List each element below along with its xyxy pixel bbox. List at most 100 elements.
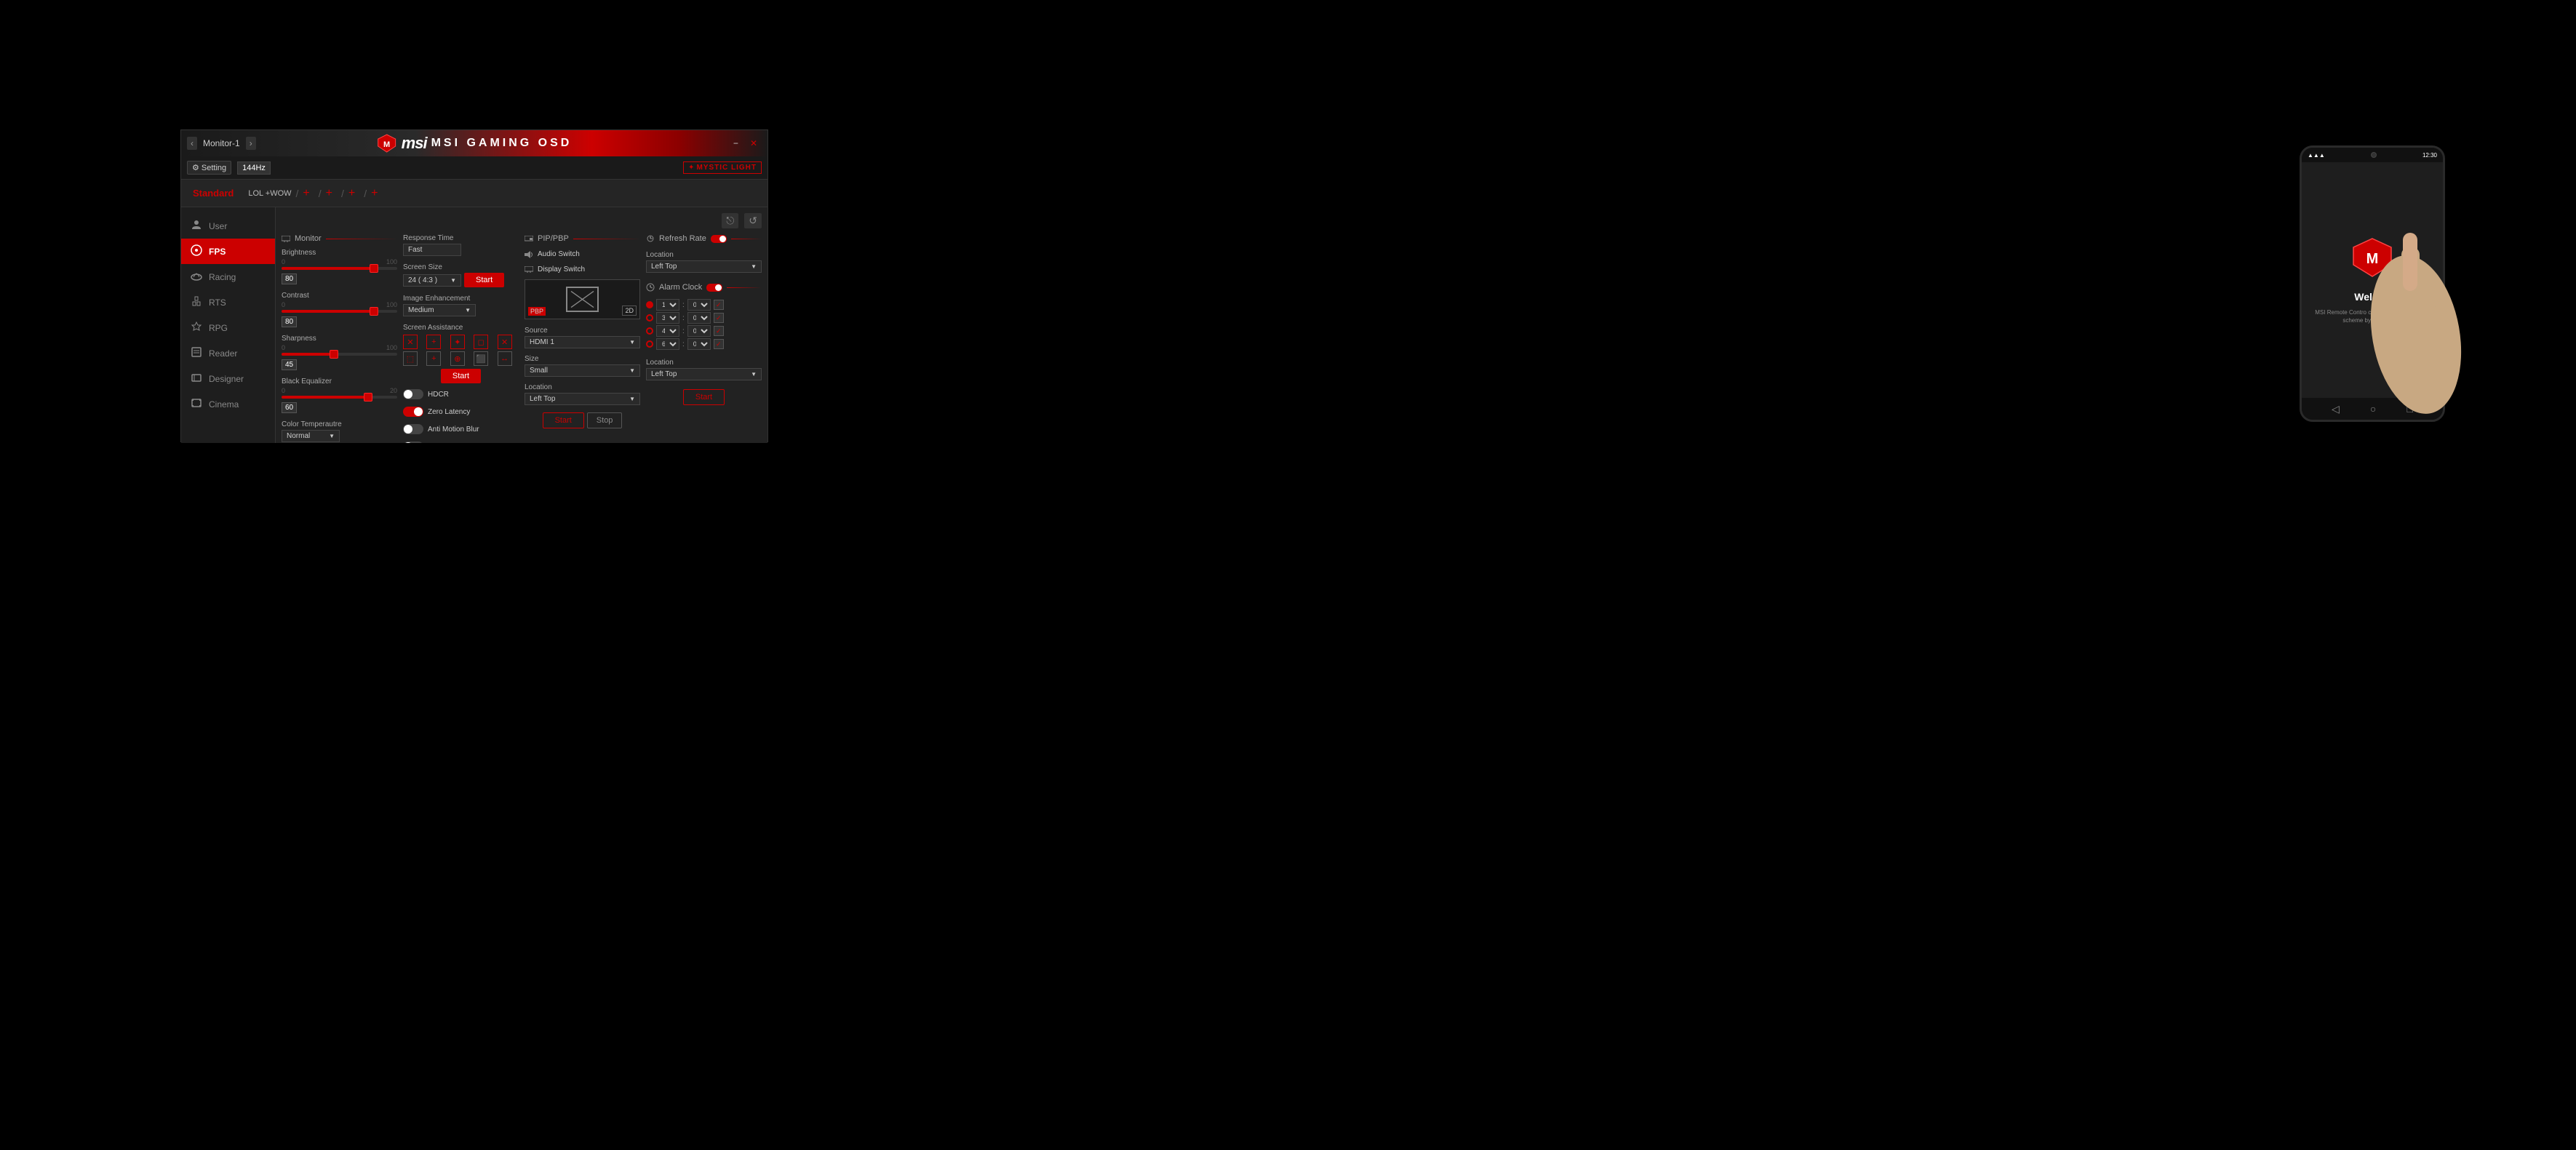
sharpness-label: Sharpness xyxy=(282,335,397,343)
anti-motion-toggle[interactable] xyxy=(403,424,423,434)
contrast-track[interactable] xyxy=(282,310,397,313)
color-temp-value: Normal xyxy=(287,432,310,440)
sidebar-item-user[interactable]: User xyxy=(181,213,275,239)
eye-saver-toggle[interactable] xyxy=(403,442,423,443)
alarm-min-2[interactable]: 00 xyxy=(687,312,711,324)
alarm-toggle[interactable] xyxy=(706,284,722,292)
sa-item-5[interactable]: ✕ xyxy=(498,335,512,349)
alarm-location-dropdown[interactable]: Left Top ▼ xyxy=(646,368,762,380)
nav-prev[interactable]: ‹ xyxy=(187,137,197,150)
alarm-min-1[interactable]: 00 xyxy=(687,299,711,311)
alarm-min-4[interactable]: 00 xyxy=(687,338,711,350)
source-dropdown[interactable]: HDMI 1 ▼ xyxy=(525,336,640,348)
sidebar-item-racing[interactable]: Racing xyxy=(181,264,275,290)
alarm-row-1: 15 : 00 ✓ xyxy=(646,299,762,311)
sidebar-item-rts[interactable]: RTS xyxy=(181,290,275,315)
pip-start-button[interactable]: Start xyxy=(543,412,584,428)
alarm-check-1[interactable]: ✓ xyxy=(714,300,724,310)
minimize-button[interactable]: − xyxy=(729,137,743,150)
color-temp-dropdown[interactable]: Normal ▼ xyxy=(282,430,340,442)
refresh-location-dropdown[interactable]: Left Top ▼ xyxy=(646,260,762,273)
brightness-fill xyxy=(282,267,374,270)
refresh-toggle[interactable] xyxy=(711,235,727,243)
profile-tab-1[interactable]: LOL +WOW / + xyxy=(248,187,309,200)
alarm-circle-1[interactable] xyxy=(646,301,653,308)
alarm-check-3[interactable]: ✓ xyxy=(714,326,724,336)
alarm-hour-2[interactable]: 30 xyxy=(656,312,679,324)
alarm-hour-3[interactable]: 45 xyxy=(656,325,679,337)
sa-item-7[interactable]: + xyxy=(426,351,441,366)
tab-3-add[interactable]: + xyxy=(348,187,355,200)
2d-label: 2D xyxy=(622,306,637,316)
alarm-colon-2: : xyxy=(682,314,685,322)
hdcr-toggle[interactable] xyxy=(403,389,423,399)
reset-button[interactable]: ↺ xyxy=(744,213,762,228)
sa-item-4[interactable]: ◻ xyxy=(474,335,488,349)
sa-item-6[interactable]: ⬚ xyxy=(403,351,418,366)
sidebar-item-rpg[interactable]: RPG xyxy=(181,315,275,340)
sidebar-item-cinema[interactable]: Cinema xyxy=(181,391,275,417)
alarm-circle-4[interactable] xyxy=(646,340,653,348)
tab-2-add[interactable]: + xyxy=(326,187,332,200)
screen-assistance-start-button[interactable]: Start xyxy=(441,369,481,383)
sidebar-item-fps[interactable]: FPS xyxy=(181,239,275,264)
screen-assistance-grid: ✕ + ✦ ◻ ✕ ⬚ + ⊕ ⬛ ↔ xyxy=(403,335,519,366)
alarm-hour-1[interactable]: 15 xyxy=(656,299,679,311)
close-button[interactable]: ✕ xyxy=(746,137,762,150)
alarm-circle-3[interactable] xyxy=(646,327,653,335)
refresh-location-group: Location Left Top ▼ xyxy=(646,251,762,273)
profile-tab-4[interactable]: / + xyxy=(364,187,378,200)
screen-size-label: Screen Size xyxy=(403,263,519,271)
sidebar-item-designer[interactable]: Designer xyxy=(181,366,275,391)
source-value: HDMI 1 xyxy=(530,338,554,346)
alarm-min-3[interactable]: 00 xyxy=(687,325,711,337)
nav-next[interactable]: › xyxy=(246,137,256,150)
tab-4-slash: / xyxy=(364,188,367,199)
color-temp-group: Color Temperautre Normal ▼ xyxy=(282,420,397,442)
zero-latency-toggle[interactable] xyxy=(403,407,423,417)
sa-item-3[interactable]: ✦ xyxy=(450,335,465,349)
alarm-start-button[interactable]: Start xyxy=(683,389,725,405)
screen-size-start-button[interactable]: Start xyxy=(464,273,504,287)
alarm-hour-4[interactable]: 60 xyxy=(656,338,679,350)
location-value: Left Top xyxy=(530,395,555,403)
alarm-row-3: 45 : 00 ✓ xyxy=(646,325,762,337)
sidebar-item-reader[interactable]: Reader xyxy=(181,340,275,366)
alarm-circle-2[interactable] xyxy=(646,314,653,322)
screen-size-dropdown[interactable]: 24 ( 4:3 ) ▼ xyxy=(403,274,461,287)
sharpness-track[interactable] xyxy=(282,353,397,356)
alarm-check-4[interactable]: ✓ xyxy=(714,339,724,349)
black-eq-track[interactable] xyxy=(282,396,397,399)
tab-4-add[interactable]: + xyxy=(371,187,378,200)
profile-tabs: Standard LOL +WOW / + / + / + / + xyxy=(181,180,767,207)
size-dropdown[interactable]: Small ▼ xyxy=(525,364,640,377)
profile-tab-3[interactable]: / + xyxy=(341,187,355,200)
sa-item-2[interactable]: + xyxy=(426,335,441,349)
three-columns: Monitor Brightness 0100 80 xyxy=(282,234,762,443)
profile-tab-2[interactable]: / + xyxy=(319,187,332,200)
brightness-track[interactable] xyxy=(282,267,397,270)
tab-2-slash: / xyxy=(319,188,322,199)
export-button[interactable]: ⎋ xyxy=(722,213,738,228)
size-label: Size xyxy=(525,355,640,363)
sa-item-9[interactable]: ⬛ xyxy=(474,351,488,366)
refresh-column: Refresh Rate Location Left Top ▼ xyxy=(646,234,762,443)
app-window: ‹ Monitor-1 › M msi MSI GAMING OSD − ✕ ⚙… xyxy=(180,129,768,442)
location-dropdown[interactable]: Left Top ▼ xyxy=(525,393,640,405)
sharpness-fill xyxy=(282,353,334,356)
sa-item-8[interactable]: ⊕ xyxy=(450,351,465,366)
setting-button[interactable]: ⚙ Setting xyxy=(187,161,231,175)
eye-saver-label: Eye Saver xyxy=(428,443,461,444)
standard-profile[interactable]: Standard xyxy=(187,188,239,199)
image-enhancement-dropdown[interactable]: Medium ▼ xyxy=(403,304,476,316)
pip-stop-button[interactable]: Stop xyxy=(587,412,623,428)
tab-1-add[interactable]: + xyxy=(303,187,309,200)
sa-item-10[interactable]: ↔ xyxy=(498,351,512,366)
anti-motion-toggle-row: Anti Motion Blur xyxy=(403,424,519,434)
screen-assistance-label: Screen Assistance xyxy=(403,324,519,332)
alarm-start-container: Start xyxy=(646,389,762,405)
sa-item-1[interactable]: ✕ xyxy=(403,335,418,349)
fps-icon xyxy=(190,244,203,258)
alarm-check-2[interactable]: ✓ xyxy=(714,313,724,323)
mystic-light-button[interactable]: ✦ MYSTIC LIGHT xyxy=(683,161,762,174)
